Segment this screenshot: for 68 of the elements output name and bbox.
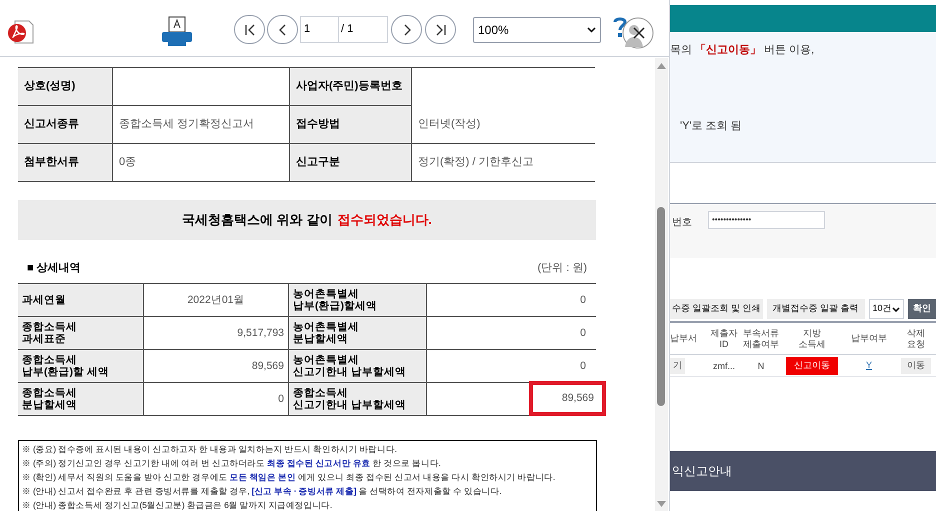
page-total: / 1 <box>340 22 354 37</box>
unit-label: (단위 : 원) <box>538 261 587 276</box>
info-text: 'Y'로 조회 됨 <box>679 118 743 134</box>
scroll-up-icon[interactable] <box>657 63 666 69</box>
label-cell: 신고서종류 <box>18 106 113 144</box>
notice-text: ※ (확인) 세무서 직원의 도움을 받아 신고한 경우에도 모든 책임은 본인 에게 있으니 최종 접수된 신고서 내용을 다시 확인하시기 바랍니다. <box>22 470 556 484</box>
info-text: 목의 「신고이동」 버튼 이용, <box>670 42 816 58</box>
label-cell: 농어촌특별세 분납할세액 <box>289 316 427 350</box>
last-page-button[interactable] <box>425 15 456 44</box>
label-cell: 종합소득세 분납할세액 <box>18 382 144 416</box>
page-input[interactable]: 1 <box>301 17 339 42</box>
label-cell: 사업자(주민)등록번호 <box>290 68 412 106</box>
value-cell-text: 0 <box>580 326 587 338</box>
column-header: 지방 소득세 <box>782 323 842 355</box>
close-icon[interactable] <box>622 17 654 49</box>
notice-text: ※ (안내) 신고서 접수완료 후 관련 증빙서류를 제출할 경우, [신고 부속 · 증빙서류 제출] 을 선택하여 전자제출할 수 있습니다. <box>22 484 502 498</box>
scroll-down-icon[interactable] <box>657 501 666 507</box>
footer-title: 익신고안내 <box>671 463 732 480</box>
label-cell: 상호(성명) <box>18 68 113 106</box>
label-cell: 농어촌특별세 신고기한내 납부할세액 <box>289 350 427 382</box>
value-cell: 89,569 <box>529 380 606 416</box>
scrollbar[interactable] <box>655 58 668 511</box>
caret-icon <box>587 27 596 33</box>
value-cell-text: 0종 <box>119 155 136 170</box>
label-cell: 신고구분 <box>290 144 412 182</box>
pdf-icon[interactable] <box>7 19 35 45</box>
paid-link[interactable]: Y <box>866 358 872 372</box>
caret-icon <box>892 306 900 312</box>
value-cell-text: 정기(확정) / 기한후신고 <box>418 155 534 170</box>
print-button[interactable]: 개별접수증 일괄 출력 <box>766 299 865 319</box>
value-cell-text: 종합소득세 정기확정신고서 <box>119 117 254 132</box>
confirm-button[interactable]: 확인 <box>908 299 936 319</box>
column-header: 납부여부 <box>842 323 896 355</box>
first-page-button[interactable] <box>234 15 265 44</box>
column-header: 부속서류 제출여부 <box>740 323 782 355</box>
printer-icon[interactable] <box>161 16 193 48</box>
column-header: 삭제 요청 <box>896 323 936 355</box>
banner-highlight: 접수되었습니다. <box>337 211 432 230</box>
notice-text: ※ (안내) 종합소득세 정기신고(5월신고분) 환급금은 6월 말까지 지급예정입니다. <box>22 498 332 511</box>
table-cell: zmf... <box>708 355 740 377</box>
label-cell: 농어촌특별세 납부(환급)할세액 <box>289 284 427 316</box>
last-page-icon <box>434 22 448 36</box>
move-report-button[interactable]: 신고이동 <box>786 356 838 374</box>
label-cell: 종합소득세 과세표준 <box>18 316 144 350</box>
scrollbar-thumb[interactable] <box>657 207 665 406</box>
field-label: 번호 <box>671 216 692 230</box>
label-cell: 첨부한서류 <box>18 144 113 182</box>
first-page-icon <box>242 22 256 36</box>
notice-text: ※ (중요) 접수증에 표시된 내용이 신고하고자 한 내용과 일치하는지 반드시 확인하시기 바랍니다. <box>22 442 397 456</box>
column-header: 제출자 ID <box>708 323 740 355</box>
help-icon[interactable] <box>612 16 628 38</box>
label-cell: 종합소득세 신고기한내 납부할세액 <box>289 382 427 416</box>
value-cell-text: 0 <box>580 360 587 372</box>
value-cell-text: 0 <box>580 294 587 306</box>
label-cell: 과세연월 <box>18 284 144 316</box>
print-button[interactable]: 수증 일괄조회 및 인쇄 <box>670 299 763 319</box>
banner-text: 국세청홈택스에 위와 같이 <box>182 211 332 230</box>
notice-text: ※ (주의) 정기신고인 경우 신고기한 내에 여러 번 신고하더라도 최종 접수된 신고서만 유효 한 것으로 봅니다. <box>22 456 441 470</box>
value-cell-text: 인터넷(작성) <box>418 117 480 132</box>
table-cell: N <box>740 355 782 377</box>
move-button[interactable]: 이동 <box>901 358 931 374</box>
zoom-select[interactable]: 100% <box>473 17 601 43</box>
page-size-select[interactable]: 10건 <box>868 299 904 319</box>
label-cell: 접수방법 <box>290 106 412 144</box>
password-field[interactable]: •••••••••••••• <box>708 211 825 229</box>
label-cell: 종합소득세 납부(환급)할 세액 <box>18 350 144 382</box>
view-button[interactable]: 기 <box>670 358 685 374</box>
section-title: ■ 상세내역 <box>27 261 81 276</box>
